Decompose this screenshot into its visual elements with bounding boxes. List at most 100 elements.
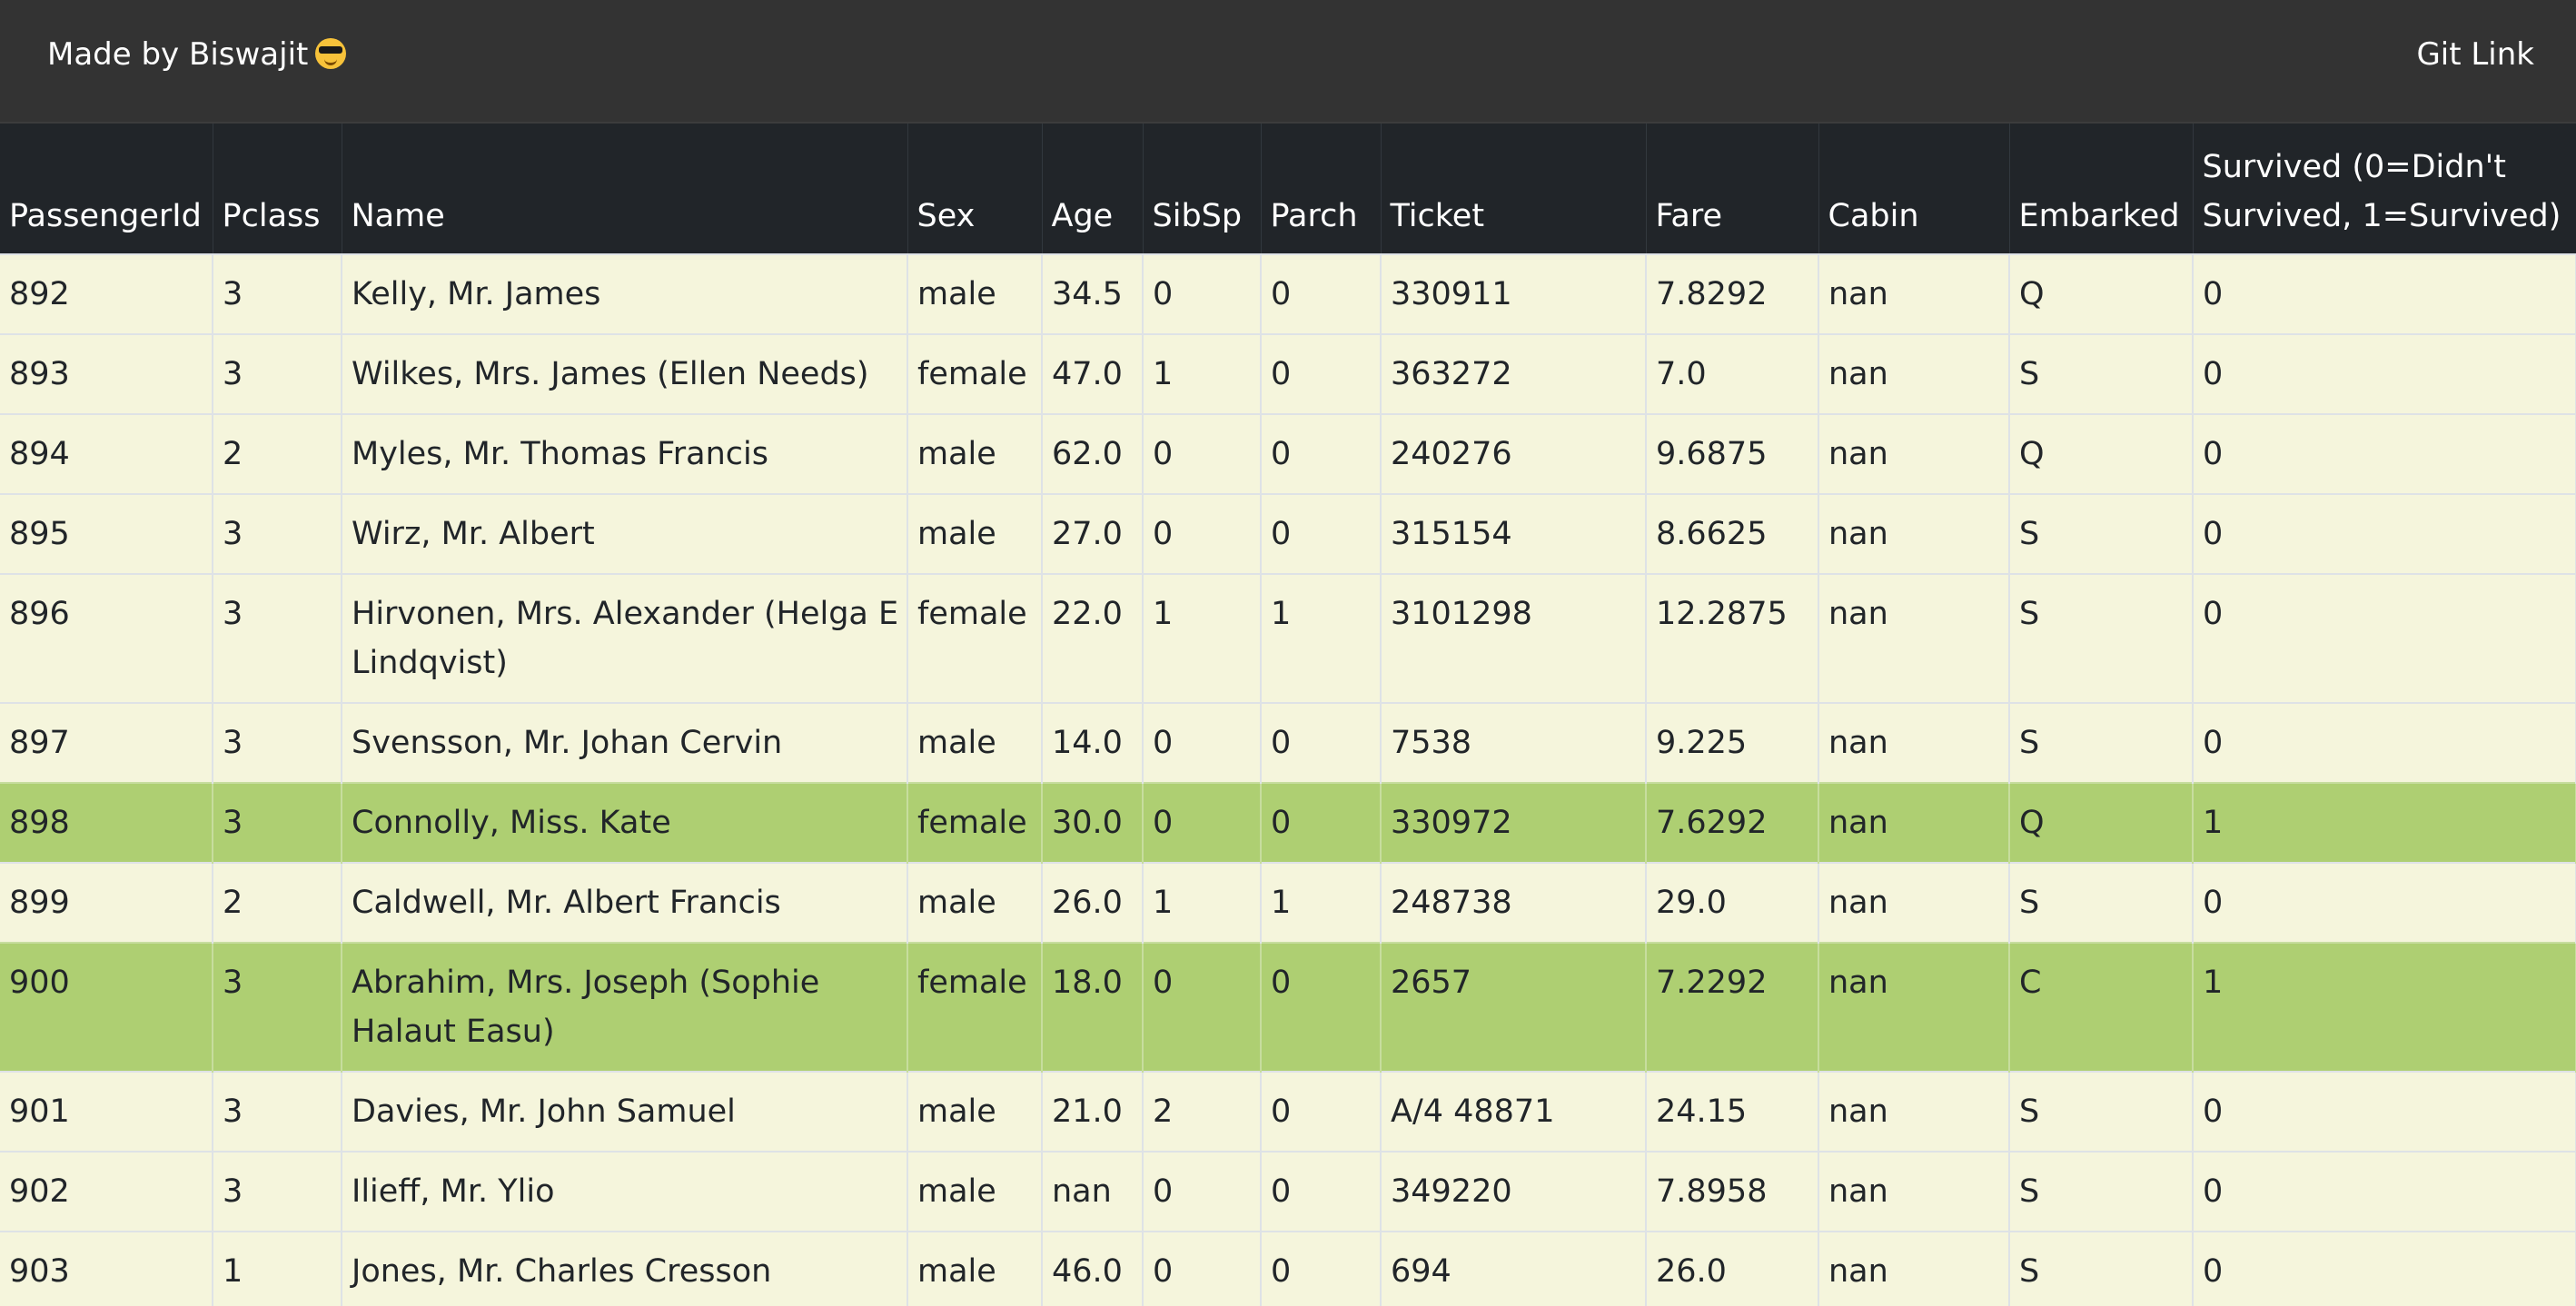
cell-name: Svensson, Mr. Johan Cervin bbox=[342, 702, 908, 783]
cell-passengerid: 896 bbox=[0, 573, 213, 703]
cell-name: Davies, Mr. John Samuel bbox=[342, 1071, 908, 1152]
cell-parch: 0 bbox=[1261, 1231, 1382, 1306]
table-row: 893 3 Wilkes, Mrs. James (Ellen Needs) fema… bbox=[0, 333, 2576, 414]
cell-sex: female bbox=[907, 333, 1043, 414]
cell-embarked: Q bbox=[2009, 253, 2194, 334]
cell-sibsp: 1 bbox=[1143, 862, 1262, 943]
cell-passengerid: 900 bbox=[0, 942, 213, 1072]
cell-cabin: nan bbox=[1818, 1231, 2010, 1306]
cell-passengerid: 902 bbox=[0, 1151, 213, 1232]
table-body: 892 3 Kelly, Mr. James male 34.5 0 0 330911 7.82… bbox=[0, 253, 2576, 1306]
cell-ticket: 240276 bbox=[1381, 413, 1647, 494]
cell-cabin: nan bbox=[1818, 1071, 2010, 1152]
cell-passengerid: 894 bbox=[0, 413, 213, 494]
cell-cabin: nan bbox=[1818, 782, 2010, 863]
cell-ticket: 694 bbox=[1381, 1231, 1647, 1306]
cell-embarked: S bbox=[2009, 1231, 2194, 1306]
cell-sibsp: 0 bbox=[1143, 253, 1262, 334]
cell-pclass: 3 bbox=[213, 493, 342, 574]
cell-survived: 0 bbox=[2193, 253, 2576, 334]
cell-name: Wilkes, Mrs. James (Ellen Needs) bbox=[342, 333, 908, 414]
column-header-parch: Parch bbox=[1261, 124, 1382, 254]
cell-embarked: S bbox=[2009, 493, 2194, 574]
cell-pclass: 3 bbox=[213, 942, 342, 1072]
cell-sibsp: 1 bbox=[1143, 573, 1262, 703]
cell-sex: male bbox=[907, 862, 1043, 943]
cell-pclass: 3 bbox=[213, 1071, 342, 1152]
cell-ticket: 363272 bbox=[1381, 333, 1647, 414]
cell-ticket: A/4 48871 bbox=[1381, 1071, 1647, 1152]
cell-fare: 26.0 bbox=[1646, 1231, 1819, 1306]
cell-pclass: 3 bbox=[213, 253, 342, 334]
table-row: 903 1 Jones, Mr. Charles Cresson male 46.0 0 0… bbox=[0, 1231, 2576, 1306]
cell-fare: 9.225 bbox=[1646, 702, 1819, 783]
cell-cabin: nan bbox=[1818, 702, 2010, 783]
table-row: 897 3 Svensson, Mr. Johan Cervin male 14.0 0 0… bbox=[0, 702, 2576, 783]
cell-parch: 0 bbox=[1261, 413, 1382, 494]
cell-pclass: 3 bbox=[213, 1151, 342, 1232]
cell-fare: 7.0 bbox=[1646, 333, 1819, 414]
cell-age: 30.0 bbox=[1042, 782, 1144, 863]
cell-ticket: 3101298 bbox=[1381, 573, 1647, 703]
cell-passengerid: 892 bbox=[0, 253, 213, 334]
cell-fare: 7.2292 bbox=[1646, 942, 1819, 1072]
cell-age: 27.0 bbox=[1042, 493, 1144, 574]
cell-embarked: C bbox=[2009, 942, 2194, 1072]
cell-survived: 0 bbox=[2193, 573, 2576, 703]
cell-parch: 0 bbox=[1261, 702, 1382, 783]
column-header-cabin: Cabin bbox=[1818, 124, 2010, 254]
cell-sibsp: 0 bbox=[1143, 702, 1262, 783]
cell-pclass: 3 bbox=[213, 702, 342, 783]
cell-cabin: nan bbox=[1818, 413, 2010, 494]
passenger-table: PassengerId Pclass Name Sex Age SibSp Parch Tic… bbox=[0, 124, 2576, 1306]
column-header-name: Name bbox=[342, 124, 908, 254]
cell-embarked: Q bbox=[2009, 413, 2194, 494]
cell-parch: 0 bbox=[1261, 942, 1382, 1072]
cell-pclass: 1 bbox=[213, 1231, 342, 1306]
cell-parch: 0 bbox=[1261, 493, 1382, 574]
cell-sibsp: 0 bbox=[1143, 1231, 1262, 1306]
cell-fare: 24.15 bbox=[1646, 1071, 1819, 1152]
cell-age: 62.0 bbox=[1042, 413, 1144, 494]
cell-name: Hirvonen, Mrs. Alexander (Helga E Lindqv… bbox=[342, 573, 908, 703]
cell-age: 21.0 bbox=[1042, 1071, 1144, 1152]
cell-passengerid: 893 bbox=[0, 333, 213, 414]
cell-ticket: 330972 bbox=[1381, 782, 1647, 863]
cell-name: Ilieff, Mr. Ylio bbox=[342, 1151, 908, 1232]
cell-fare: 7.8292 bbox=[1646, 253, 1819, 334]
column-header-age: Age bbox=[1042, 124, 1144, 254]
navbar-brand[interactable]: Made by Biswajit bbox=[47, 35, 347, 74]
cell-parch: 0 bbox=[1261, 333, 1382, 414]
column-header-sibsp: SibSp bbox=[1143, 124, 1262, 254]
cell-embarked: S bbox=[2009, 573, 2194, 703]
cell-age: 46.0 bbox=[1042, 1231, 1144, 1306]
cell-sex: male bbox=[907, 253, 1043, 334]
column-header-pclass: Pclass bbox=[213, 124, 342, 254]
cell-pclass: 3 bbox=[213, 782, 342, 863]
cell-parch: 0 bbox=[1261, 782, 1382, 863]
cell-parch: 1 bbox=[1261, 573, 1382, 703]
cell-parch: 0 bbox=[1261, 253, 1382, 334]
cell-fare: 12.2875 bbox=[1646, 573, 1819, 703]
cell-embarked: S bbox=[2009, 702, 2194, 783]
cell-passengerid: 901 bbox=[0, 1071, 213, 1152]
cell-sex: male bbox=[907, 1231, 1043, 1306]
cell-survived: 0 bbox=[2193, 493, 2576, 574]
cell-sex: male bbox=[907, 702, 1043, 783]
cell-survived: 1 bbox=[2193, 782, 2576, 863]
cell-embarked: S bbox=[2009, 1151, 2194, 1232]
cell-ticket: 315154 bbox=[1381, 493, 1647, 574]
table-row: 892 3 Kelly, Mr. James male 34.5 0 0 330911 7.82… bbox=[0, 253, 2576, 334]
cell-sibsp: 1 bbox=[1143, 333, 1262, 414]
cell-sibsp: 0 bbox=[1143, 413, 1262, 494]
cell-survived: 0 bbox=[2193, 1071, 2576, 1152]
git-link[interactable]: Git Link bbox=[2416, 35, 2534, 74]
cell-name: Caldwell, Mr. Albert Francis bbox=[342, 862, 908, 943]
cell-fare: 7.6292 bbox=[1646, 782, 1819, 863]
header-row: PassengerId Pclass Name Sex Age SibSp Parch Tic… bbox=[0, 124, 2576, 254]
cell-cabin: nan bbox=[1818, 253, 2010, 334]
cell-cabin: nan bbox=[1818, 1151, 2010, 1232]
cell-age: 47.0 bbox=[1042, 333, 1144, 414]
cell-age: 14.0 bbox=[1042, 702, 1144, 783]
table-row: 900 3 Abrahim, Mrs. Joseph (Sophie Halaut … bbox=[0, 942, 2576, 1072]
